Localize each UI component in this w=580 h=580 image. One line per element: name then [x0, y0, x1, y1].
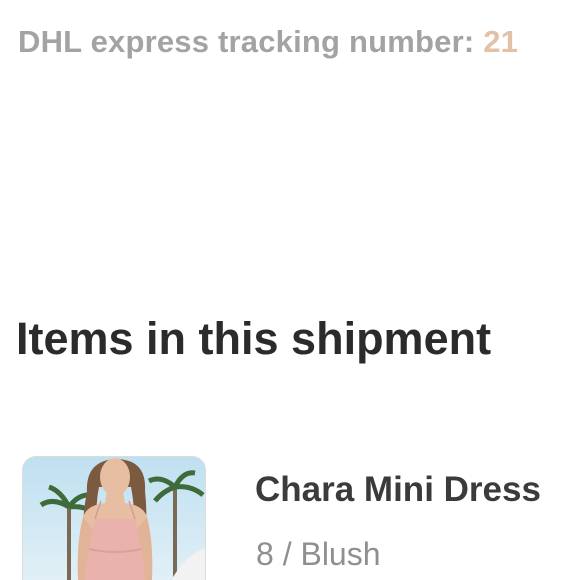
section-heading: Items in this shipment [16, 313, 492, 364]
tracking-label: DHL express tracking number: [18, 24, 475, 59]
product-photo [23, 457, 205, 580]
product-thumbnail[interactable] [22, 456, 206, 580]
item-variant: 8 / Blush [256, 536, 381, 572]
tracking-number-link[interactable]: 21 [483, 24, 518, 59]
tracking-info: DHL express tracking number: 21 [18, 24, 518, 60]
item-name[interactable]: Chara Mini Dress [255, 470, 541, 510]
